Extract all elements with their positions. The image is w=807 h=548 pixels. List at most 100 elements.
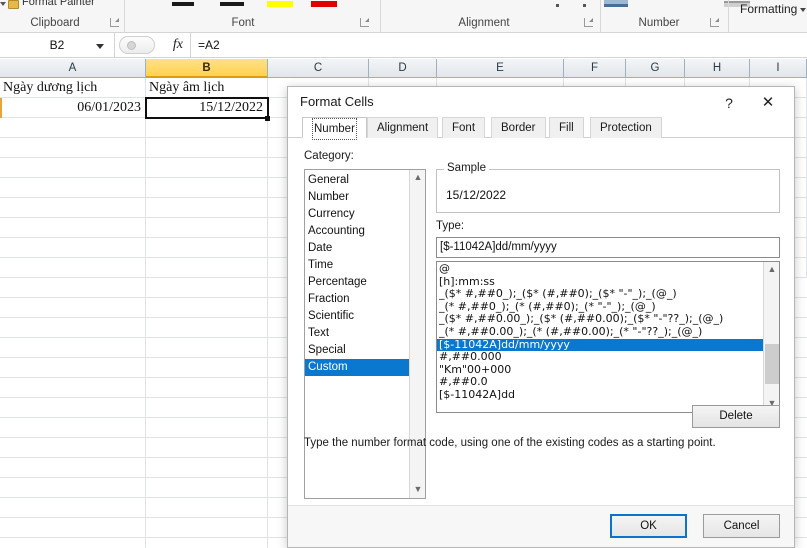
cell-b16[interactable]	[146, 378, 268, 398]
type-listbox[interactable]: @ [h]:mm:ss _($* #,##0_);_($* (#,##0);_(…	[436, 261, 780, 413]
category-item-custom[interactable]: Custom	[305, 359, 410, 376]
ok-button[interactable]: OK	[610, 514, 687, 538]
name-box-chevron-down-icon[interactable]	[96, 44, 104, 49]
format-painter-icon[interactable]	[8, 0, 19, 9]
cell-a9[interactable]	[0, 238, 146, 258]
category-item-general[interactable]: General	[305, 172, 410, 189]
scroll-thumb[interactable]	[765, 344, 779, 384]
category-item-text[interactable]: Text	[305, 325, 410, 342]
category-item-time[interactable]: Time	[305, 257, 410, 274]
cell-a4[interactable]	[0, 138, 146, 158]
category-item-percentage[interactable]: Percentage	[305, 274, 410, 291]
cell-a16[interactable]	[0, 378, 146, 398]
tab-alignment[interactable]: Alignment	[367, 117, 439, 138]
cell-b7[interactable]	[146, 198, 268, 218]
dialog-titlebar[interactable]: Format Cells ? ✕	[288, 87, 794, 117]
type-list-item-0[interactable]: @	[437, 263, 764, 276]
cell-a14[interactable]	[0, 338, 146, 358]
cell-a23[interactable]	[0, 518, 146, 538]
category-item-currency[interactable]: Currency	[305, 206, 410, 223]
cell-b22[interactable]	[146, 498, 268, 518]
category-item-date[interactable]: Date	[305, 240, 410, 257]
cell-b23[interactable]	[146, 518, 268, 538]
cell-a17[interactable]	[0, 398, 146, 418]
indent-decrease-icon[interactable]	[556, 4, 559, 7]
font-dialog-launcher-icon[interactable]	[360, 18, 369, 27]
scroll-up-icon[interactable]: ▲	[410, 170, 425, 186]
cell-b14[interactable]	[146, 338, 268, 358]
active-cell-selection[interactable]	[145, 97, 269, 119]
insert-function-zone[interactable]: fx	[115, 33, 191, 57]
number-dialog-launcher-icon[interactable]	[710, 18, 719, 27]
cell-a3[interactable]	[0, 118, 146, 138]
cell-a10[interactable]	[0, 258, 146, 278]
fill-handle[interactable]	[265, 116, 270, 121]
column-header-f[interactable]: F	[564, 59, 626, 78]
delete-button[interactable]: Delete	[692, 405, 780, 428]
cell-b20[interactable]	[146, 458, 268, 478]
conditional-formatting-caret-icon[interactable]	[800, 8, 806, 12]
tab-number[interactable]: Number	[302, 117, 367, 140]
cell-b15[interactable]	[146, 358, 268, 378]
cell-b5[interactable]	[146, 158, 268, 178]
category-item-accounting[interactable]: Accounting	[305, 223, 410, 240]
cell-a13[interactable]	[0, 318, 146, 338]
underline-icon[interactable]	[220, 2, 244, 6]
type-input[interactable]: [$-11042A]dd/mm/yyyy	[436, 237, 780, 258]
cell-a6[interactable]	[0, 178, 146, 198]
column-header-b[interactable]: B	[146, 59, 268, 78]
format-painter-label[interactable]: Format Painter	[22, 0, 95, 8]
tab-fill[interactable]: Fill	[549, 117, 584, 138]
clipboard-dialog-launcher-icon[interactable]	[110, 18, 119, 27]
category-item-scientific[interactable]: Scientific	[305, 308, 410, 325]
column-header-a[interactable]: A	[0, 59, 146, 78]
cell-a18[interactable]	[0, 418, 146, 438]
cell-b1[interactable]: Ngày âm lịch	[146, 78, 268, 98]
indent-increase-icon[interactable]	[583, 4, 586, 7]
cell-a22[interactable]	[0, 498, 146, 518]
highlight-color-icon[interactable]	[267, 1, 293, 7]
cell-a12[interactable]	[0, 298, 146, 318]
type-list-item-4[interactable]: _($* #,##0.00_);_($* (#,##0.00);_($* "-"…	[437, 313, 764, 326]
column-header-i[interactable]: I	[750, 59, 807, 78]
cell-b4[interactable]	[146, 138, 268, 158]
column-header-h[interactable]: H	[685, 59, 750, 78]
category-item-special[interactable]: Special	[305, 342, 410, 359]
cell-b21[interactable]	[146, 478, 268, 498]
cell-b18[interactable]	[146, 418, 268, 438]
type-list-item-9[interactable]: #,##0.0	[437, 376, 764, 389]
category-item-number[interactable]: Number	[305, 189, 410, 206]
cell-b8[interactable]	[146, 218, 268, 238]
cell-a2[interactable]: 06/01/2023	[0, 98, 146, 118]
category-item-fraction[interactable]: Fraction	[305, 291, 410, 308]
scroll-up-icon[interactable]: ▲	[764, 262, 779, 278]
cell-a8[interactable]	[0, 218, 146, 238]
cell-b12[interactable]	[146, 298, 268, 318]
border-icon[interactable]	[172, 2, 194, 6]
cell-a7[interactable]	[0, 198, 146, 218]
font-color-icon[interactable]	[311, 1, 337, 7]
insert-function-icon[interactable]: fx	[173, 37, 183, 53]
cell-b24[interactable]	[146, 538, 268, 548]
cell-a11[interactable]	[0, 278, 146, 298]
cell-b13[interactable]	[146, 318, 268, 338]
cell-b19[interactable]	[146, 438, 268, 458]
cell-b9[interactable]	[146, 238, 268, 258]
column-header-d[interactable]: D	[369, 59, 437, 78]
type-list-item-7[interactable]: #,##0.000	[437, 351, 764, 364]
cell-a20[interactable]	[0, 458, 146, 478]
close-icon[interactable]: ✕	[748, 90, 788, 115]
formula-input[interactable]: =A2	[191, 33, 807, 57]
scroll-down-icon[interactable]: ▼	[410, 482, 425, 498]
type-list-item-2[interactable]: _($* #,##0_);_($* (#,##0);_($* "-"_);_(@…	[437, 288, 764, 301]
cell-b6[interactable]	[146, 178, 268, 198]
tab-protection[interactable]: Protection	[590, 117, 662, 138]
cell-b11[interactable]	[146, 278, 268, 298]
name-box[interactable]: B2	[0, 33, 115, 57]
tab-border[interactable]: Border	[491, 117, 546, 138]
tab-font[interactable]: Font	[442, 117, 486, 138]
alignment-dialog-launcher-icon[interactable]	[584, 18, 593, 27]
type-scrollbar[interactable]: ▲ ▼	[763, 262, 779, 412]
cell-b10[interactable]	[146, 258, 268, 278]
cell-a1[interactable]: Ngày dương lịch	[0, 78, 146, 98]
